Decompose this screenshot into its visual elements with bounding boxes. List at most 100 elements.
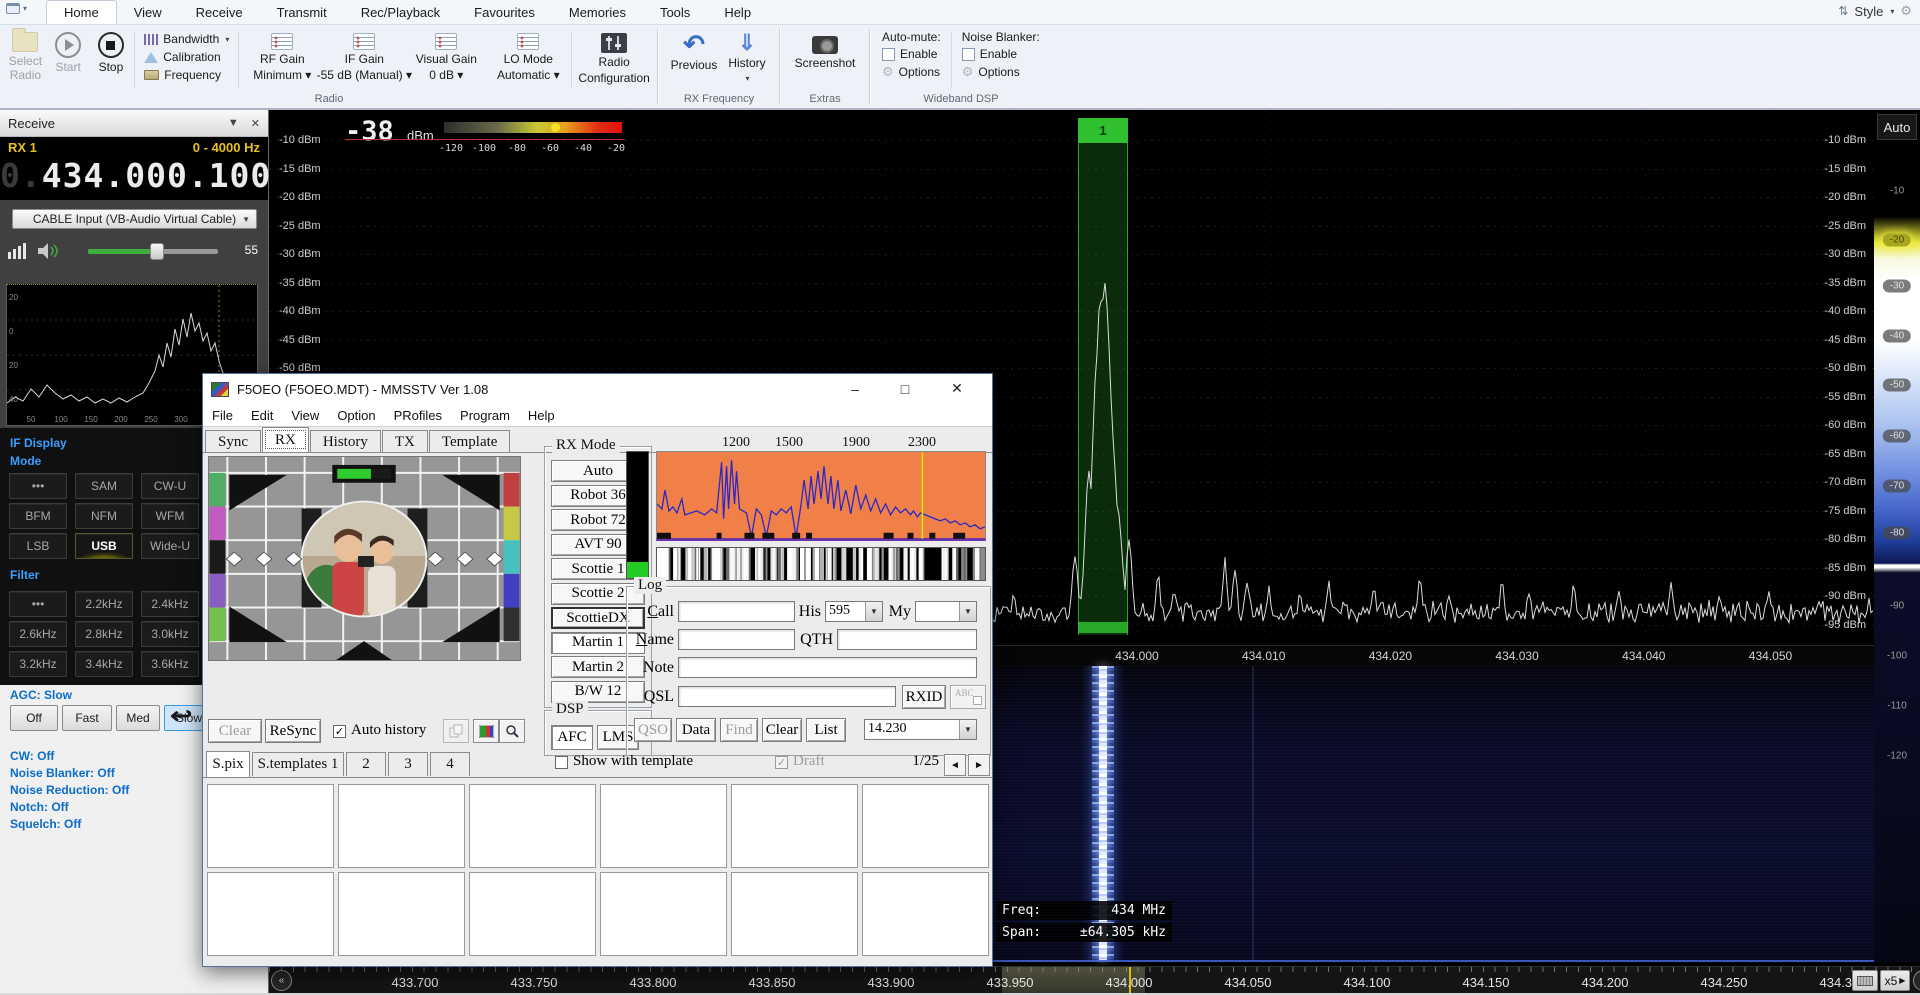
auto-mute-options[interactable]: ⚙Options	[882, 64, 941, 80]
mode-button-lsb[interactable]: LSB	[9, 533, 67, 559]
gear-icon[interactable]: ⚙	[1900, 3, 1912, 19]
auto-mute-enable[interactable]: Enable	[882, 47, 941, 61]
mmsstv-title-bar[interactable]: F5OEO (F5OEO.MDT) - MMSSTV Ver 1.08 – □ …	[203, 374, 992, 404]
stock-picture-cell[interactable]	[731, 872, 858, 956]
status-link-noise-blanker-off[interactable]: Noise Blanker: Off	[10, 766, 115, 780]
if-display-label[interactable]: IF Display	[10, 436, 67, 450]
ribbon-tab-transmit[interactable]: Transmit	[260, 1, 344, 24]
mode-button-wide-u[interactable]: Wide-U	[141, 533, 199, 559]
page-previous-button[interactable]: ◄	[944, 754, 966, 776]
menu-option[interactable]: Option	[328, 408, 384, 423]
mmsstv-window[interactable]: F5OEO (F5OEO.MDT) - MMSSTV Ver 1.08 – □ …	[202, 373, 993, 967]
log-button-find[interactable]: Find	[720, 718, 758, 742]
undo-arrow-icon[interactable]: ↩	[170, 703, 192, 729]
visual-gain-button[interactable]: Visual Gain0 dB ▾	[405, 28, 487, 92]
sstv-frequency-select[interactable]: 14.230▼	[864, 719, 977, 740]
rf-gain-button[interactable]: RF GainMinimum ▾	[241, 28, 323, 92]
mode-button-bfm[interactable]: BFM	[9, 503, 67, 529]
my-select[interactable]: ▼	[915, 601, 977, 622]
frequency-readout[interactable]: 0.434.000.100	[0, 156, 268, 195]
noise-blanker-enable[interactable]: Enable	[962, 47, 1040, 61]
stock-picture-cell[interactable]	[338, 784, 465, 868]
legend-auto-button[interactable]: Auto	[1877, 114, 1917, 140]
ribbon-tab-home[interactable]: Home	[46, 0, 117, 24]
status-link-squelch-off[interactable]: Squelch: Off	[10, 817, 81, 831]
select-radio-button[interactable]: Select Radio	[4, 28, 47, 92]
frequency-scale-bar[interactable]: 433.700433.750433.800433.850433.900433.9…	[269, 966, 1920, 993]
mmsstv-tab-sync[interactable]: Sync	[205, 430, 261, 452]
menu-help[interactable]: Help	[519, 408, 564, 423]
stock-picture-cell[interactable]	[469, 784, 596, 868]
keyboard-entry-button[interactable]	[1852, 970, 1878, 991]
dsp-afc[interactable]: AFC	[551, 725, 593, 750]
stock-picture-cell[interactable]	[862, 872, 989, 956]
name-input[interactable]	[678, 629, 795, 650]
volume-slider-thumb[interactable]	[150, 243, 164, 260]
minimize-button[interactable]: –	[838, 374, 872, 403]
speaker-icon[interactable]	[36, 241, 60, 261]
volume-slider[interactable]	[88, 249, 218, 254]
abc-button[interactable]: ABC	[950, 685, 986, 709]
ribbon-tab-help[interactable]: Help	[707, 1, 768, 24]
filter-button-2-8khz[interactable]: 2.8kHz	[75, 621, 133, 647]
rxid-button[interactable]: RXID	[902, 685, 946, 709]
previous-button[interactable]: ↶ Previous	[666, 28, 722, 92]
filter-label[interactable]: Filter	[10, 568, 39, 582]
status-link-cw-off[interactable]: CW: Off	[10, 749, 54, 763]
page-next-button[interactable]: ►	[968, 754, 990, 776]
his-select[interactable]: 595▼	[825, 601, 883, 622]
auto-history-checkbox[interactable]: ✓	[333, 725, 346, 738]
screenshot-button[interactable]: Screenshot	[788, 28, 862, 92]
checkbox-icon[interactable]	[882, 48, 895, 61]
chevron-down-icon[interactable]: ▼	[959, 720, 976, 739]
qsl-input[interactable]	[678, 686, 896, 707]
pix-tab-s-pix[interactable]: S.pix	[206, 751, 250, 777]
ribbon-tab-rec-playback[interactable]: Rec/Playback	[344, 1, 457, 24]
history-button[interactable]: ⇓ History ▾	[722, 28, 772, 92]
status-link-noise-reduction-off[interactable]: Noise Reduction: Off	[10, 783, 129, 797]
status-link-notch-off[interactable]: Notch: Off	[10, 800, 69, 814]
audio-device-select[interactable]: CABLE Input (VB-Audio Virtual Cable) ▼	[12, 209, 257, 229]
checkbox-icon[interactable]	[962, 48, 975, 61]
stock-picture-cell[interactable]	[600, 784, 727, 868]
menu-profiles[interactable]: PRofiles	[385, 408, 451, 423]
filter-button-2-2khz[interactable]: 2.2kHz	[75, 591, 133, 617]
ribbon-tab-memories[interactable]: Memories	[552, 1, 643, 24]
filter-button-2-4khz[interactable]: 2.4kHz	[141, 591, 199, 617]
filter-button-3-6khz[interactable]: 3.6kHz	[141, 651, 199, 677]
mode-button-[interactable]: •••	[9, 473, 67, 499]
qth-input[interactable]	[837, 629, 977, 650]
stock-picture-cell[interactable]	[207, 784, 334, 868]
stock-picture-cell[interactable]	[862, 784, 989, 868]
chevron-down-icon[interactable]: ▼	[865, 602, 882, 621]
stop-button[interactable]: Stop	[90, 28, 133, 92]
agc-button-off[interactable]: Off	[10, 705, 58, 731]
mode-button-nfm[interactable]: NFM	[75, 503, 133, 529]
mmsstv-tab-history[interactable]: History	[310, 430, 381, 452]
log-button-data[interactable]: Data	[676, 718, 716, 742]
mmsstv-tab-rx[interactable]: RX	[262, 427, 309, 452]
log-button-qso[interactable]: QSO	[634, 718, 672, 742]
bandwidth-button[interactable]: Bandwidth▾	[141, 31, 232, 47]
maximize-button[interactable]: □	[888, 374, 922, 403]
ribbon-tab-view[interactable]: View	[117, 1, 179, 24]
call-input[interactable]	[678, 601, 795, 622]
ribbon-tab-receive[interactable]: Receive	[179, 1, 260, 24]
log-button-clear[interactable]: Clear	[762, 718, 802, 742]
pix-tab-4[interactable]: 4	[430, 752, 470, 776]
if-gain-button[interactable]: IF Gain-55 dB (Manual) ▾	[323, 28, 405, 92]
frequency-button[interactable]: Frequency	[141, 67, 232, 83]
pan-left-button[interactable]: «	[271, 970, 292, 991]
style-selector[interactable]: ⇅ Style ▾ ⚙	[1838, 3, 1912, 19]
pix-tab-3[interactable]: 3	[388, 752, 428, 776]
quick-access-toolbar[interactable]: ▾	[6, 3, 27, 14]
chevron-down-icon[interactable]: ▼	[959, 602, 976, 621]
show-with-template-checkbox[interactable]	[555, 756, 568, 769]
magnifier-button[interactable]	[499, 719, 525, 743]
mode-label[interactable]: Mode	[10, 454, 41, 468]
ribbon-tab-tools[interactable]: Tools	[643, 1, 707, 24]
mmsstv-tab-tx[interactable]: TX	[382, 430, 428, 452]
stock-picture-cell[interactable]	[338, 872, 465, 956]
noise-blanker-options[interactable]: ⚙Options	[962, 64, 1040, 80]
copy-button[interactable]	[443, 719, 469, 743]
